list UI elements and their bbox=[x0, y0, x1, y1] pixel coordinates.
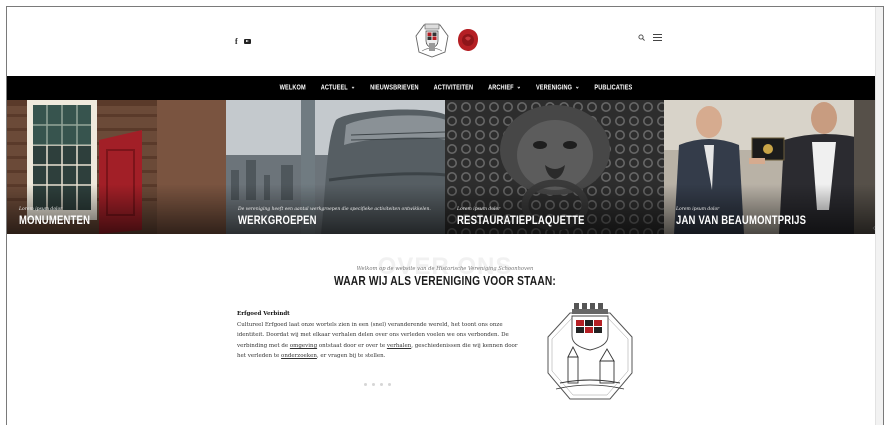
wax-seal-logo[interactable] bbox=[457, 28, 479, 52]
nav-nieuwsbrieven[interactable]: NIEUWSBRIEVEN bbox=[370, 84, 419, 92]
social-links: f bbox=[235, 37, 251, 46]
link-verhalen[interactable]: verhalen bbox=[387, 343, 411, 349]
about-subheading: Erfgoed Verbindt bbox=[237, 311, 290, 317]
hero-title: RESTAURATIEPLAQUETTE bbox=[457, 213, 585, 228]
nav-welkom[interactable]: WELKOM bbox=[280, 84, 306, 92]
schoonhoven-emblem bbox=[547, 303, 633, 400]
carousel-dot[interactable] bbox=[388, 383, 391, 386]
hero-panel-monumenten[interactable]: Lorem ipsum dolor MONUMENTEN bbox=[7, 100, 226, 234]
logo-group[interactable] bbox=[412, 22, 479, 58]
nav-archief[interactable]: ARCHIEF ⌄ bbox=[488, 83, 521, 92]
nav-publicaties[interactable]: PUBLICATIES bbox=[594, 84, 632, 92]
carousel-dot[interactable] bbox=[380, 383, 383, 386]
hero-title: WERKGROEPEN bbox=[238, 213, 317, 228]
youtube-icon[interactable] bbox=[243, 39, 251, 44]
chevron-down-icon: ⌄ bbox=[575, 83, 580, 92]
browser-viewport: f WELKOM ACTUEEL ⌄ NIEUWSBRIEVEN ACTIVIT… bbox=[6, 6, 884, 425]
nav-vereniging[interactable]: VERENIGING ⌄ bbox=[536, 83, 580, 92]
hero-slider: Lorem ipsum dolor MONUMENTEN De verenigi… bbox=[7, 100, 883, 234]
menu-hamburger-icon[interactable] bbox=[653, 34, 662, 41]
main-nav: WELKOM ACTUEEL ⌄ NIEUWSBRIEVEN ACTIVITEIT… bbox=[7, 76, 883, 100]
welcome-text: Welkom op de website van de Historische … bbox=[356, 266, 534, 272]
hero-title: JAN VAN BEAUMONTPRIJS bbox=[676, 213, 807, 228]
carousel-dot[interactable] bbox=[364, 383, 367, 386]
carousel-dot[interactable] bbox=[372, 383, 375, 386]
search-icon[interactable] bbox=[638, 34, 645, 41]
nav-actueel[interactable]: ACTUEEL ⌄ bbox=[321, 83, 356, 92]
site-header: f bbox=[7, 7, 883, 75]
hero-caption: Lorem ipsum dolor bbox=[457, 207, 501, 212]
page-scrollbar[interactable] bbox=[875, 7, 883, 425]
link-onderzoeken[interactable]: onderzoeken bbox=[281, 353, 317, 359]
hero-caption: De vereniging heeft een aantal werkgroep… bbox=[238, 207, 431, 212]
about-text: Erfgoed Verbindt Cultureel Erfgoed laat … bbox=[237, 309, 522, 362]
section-heading: WAAR WIJ ALS VERENIGING VOOR STAAN: bbox=[333, 275, 557, 289]
link-omgeving[interactable]: omgeving bbox=[290, 343, 317, 349]
header-tools bbox=[638, 34, 662, 41]
chevron-down-icon: ⌄ bbox=[516, 83, 521, 92]
hero-panel-beaumontprijs[interactable]: Lorem ipsum dolor JAN VAN BEAUMONTPRIJS bbox=[664, 100, 883, 234]
facebook-icon[interactable]: f bbox=[235, 37, 238, 46]
hero-caption: Lorem ipsum dolor bbox=[19, 207, 63, 212]
chevron-down-icon: ⌄ bbox=[350, 83, 356, 92]
hero-caption: Lorem ipsum dolor bbox=[676, 207, 720, 212]
hero-panel-restauratieplaquette[interactable]: Lorem ipsum dolor RESTAURATIEPLAQUETTE bbox=[445, 100, 664, 234]
nav-activiteiten[interactable]: ACTIVITEITEN bbox=[434, 84, 473, 92]
hero-title: MONUMENTEN bbox=[19, 213, 91, 228]
carousel-dots bbox=[364, 383, 391, 386]
society-crest-logo[interactable] bbox=[412, 22, 452, 58]
hero-panel-werkgroepen[interactable]: De vereniging heeft een aantal werkgroep… bbox=[226, 100, 445, 234]
